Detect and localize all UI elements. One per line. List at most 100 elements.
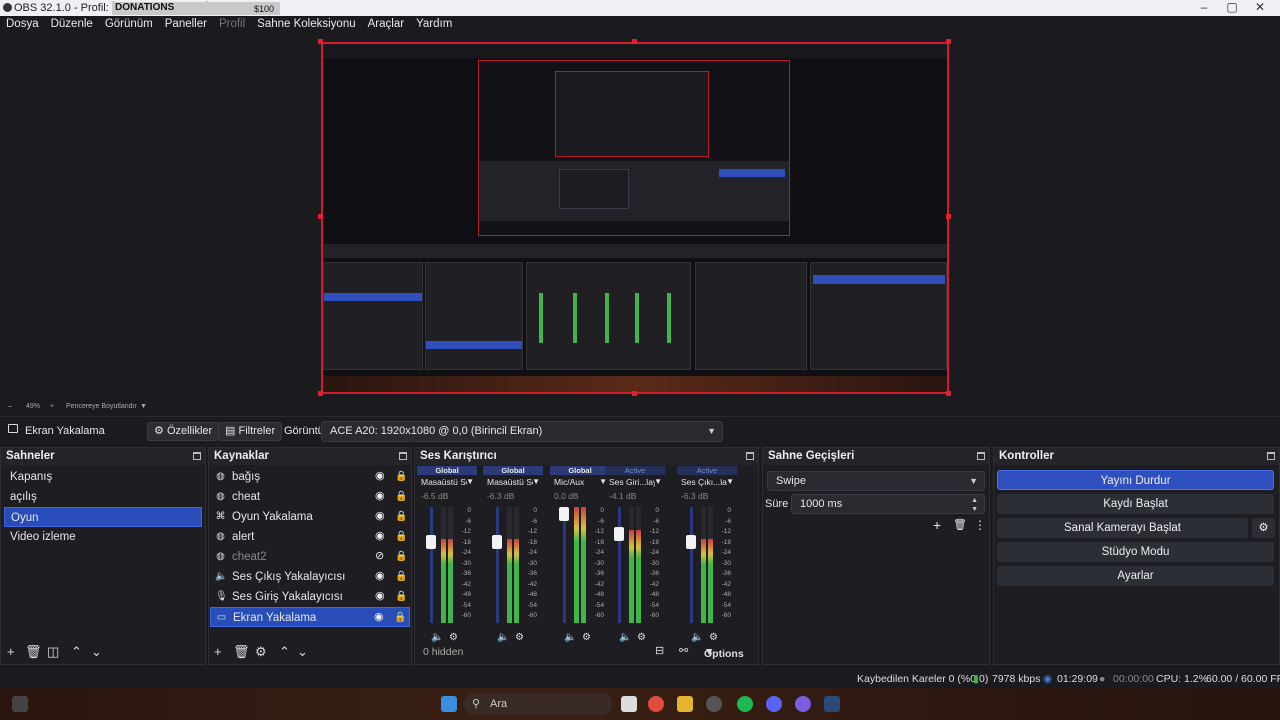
- zoom-dropdown-icon[interactable]: ▼: [140, 403, 147, 410]
- transition-select[interactable]: Swipe ▼: [767, 471, 985, 491]
- resize-handle[interactable]: [946, 391, 951, 396]
- windows-start-icon[interactable]: [441, 696, 457, 712]
- chrome-icon[interactable]: [648, 696, 664, 712]
- trash-icon[interactable]: 🗑: [25, 644, 42, 660]
- fit-window-label[interactable]: Pencereye Boyutlandır: [66, 403, 137, 410]
- volume-slider-track[interactable]: [563, 507, 566, 623]
- add-source-button[interactable]: +: [214, 644, 222, 659]
- move-down-icon[interactable]: ⌄: [297, 644, 308, 660]
- options-button[interactable]: Options ▼: [704, 646, 744, 660]
- menu-edit[interactable]: Düzenle: [45, 16, 99, 33]
- lock-icon[interactable]: 🔒: [395, 591, 407, 602]
- volume-slider-track[interactable]: [496, 507, 499, 623]
- lock-icon[interactable]: 🔒: [395, 491, 407, 502]
- source-item[interactable]: ◍ cheat ◉ 🔒: [210, 487, 410, 507]
- volume-slider-track[interactable]: [690, 507, 693, 623]
- widgets-icon[interactable]: [12, 696, 28, 712]
- source-item[interactable]: ▭ Ekran Yakalama ◉ 🔒: [210, 607, 410, 627]
- scene-item[interactable]: Video izleme: [4, 527, 202, 547]
- undock-icon[interactable]: [977, 452, 985, 460]
- filter-icon[interactable]: ◫: [47, 644, 59, 660]
- volume-slider-handle[interactable]: [559, 507, 569, 521]
- settings-button[interactable]: Ayarlar: [997, 566, 1274, 586]
- lock-icon[interactable]: 🔒: [395, 531, 407, 542]
- move-up-icon[interactable]: ⌃: [71, 644, 82, 660]
- lock-icon[interactable]: 🔒: [395, 551, 407, 562]
- properties-button[interactable]: ⚙ Özellikler: [147, 422, 220, 441]
- resize-handle[interactable]: [318, 391, 323, 396]
- studio-mode-button[interactable]: Stüdyo Modu: [997, 542, 1274, 562]
- source-item[interactable]: 🔈 Ses Çıkış Yakalayıcısı ◉ 🔒: [210, 567, 410, 587]
- trash-icon[interactable]: 🗑: [233, 644, 250, 660]
- add-scene-button[interactable]: +: [7, 644, 15, 659]
- menu-help[interactable]: Yardım: [410, 16, 458, 33]
- duration-spinbox[interactable]: 1000 ms ▲ ▼: [791, 494, 985, 514]
- taskbar-search[interactable]: ⚲ Ara: [464, 693, 612, 715]
- scene-item[interactable]: Kapanış: [4, 467, 202, 487]
- menu-view[interactable]: Görünüm: [99, 16, 159, 33]
- move-down-icon[interactable]: ⌄: [91, 644, 102, 660]
- visibility-eye-icon[interactable]: ◉: [375, 471, 388, 482]
- discord-icon[interactable]: [766, 696, 782, 712]
- resize-handle[interactable]: [632, 391, 637, 396]
- spotify-icon[interactable]: [737, 696, 753, 712]
- folder-icon[interactable]: [677, 696, 693, 712]
- scene-item[interactable]: açılış: [4, 487, 202, 507]
- visibility-eye-icon[interactable]: ◉: [374, 612, 387, 623]
- spin-arrows-icon[interactable]: ▲ ▼: [971, 496, 978, 514]
- maximize-icon[interactable]: ▢: [1218, 0, 1246, 16]
- menu-tools[interactable]: Araçlar: [362, 16, 410, 33]
- source-item[interactable]: ◍ alert ◉ 🔒: [210, 527, 410, 547]
- layout-icon[interactable]: ⊟: [655, 644, 664, 657]
- undock-icon[interactable]: [1267, 452, 1275, 460]
- visibility-eye-icon[interactable]: ◉: [375, 591, 388, 602]
- close-icon[interactable]: ✕: [1246, 0, 1274, 16]
- volume-slider-track[interactable]: [430, 507, 433, 623]
- volume-slider-handle[interactable]: [426, 535, 436, 549]
- volume-slider-track[interactable]: [618, 507, 621, 623]
- source-item[interactable]: ◍ bağış ◉ 🔒: [210, 467, 410, 487]
- visibility-eye-icon[interactable]: ◉: [375, 511, 388, 522]
- volume-slider-handle[interactable]: [614, 527, 624, 541]
- lock-icon[interactable]: 🔒: [394, 612, 406, 623]
- lock-icon[interactable]: 🔒: [395, 471, 407, 482]
- lock-icon[interactable]: 🔒: [395, 571, 407, 582]
- visibility-eye-icon[interactable]: ◉: [375, 491, 388, 502]
- undock-icon[interactable]: [746, 452, 754, 460]
- menu-scene-collection[interactable]: Sahne Koleksiyonu: [251, 16, 361, 33]
- display-select[interactable]: ACE A20: 1920x1080 @ 0,0 (Birincil Ekran…: [321, 421, 723, 442]
- chevron-down-icon[interactable]: ▼: [726, 477, 734, 486]
- move-up-icon[interactable]: ⌃: [279, 644, 290, 660]
- zoom-out-button[interactable]: –: [8, 403, 12, 410]
- menu-file[interactable]: Dosya: [0, 16, 45, 33]
- stop-stream-button[interactable]: Yayını Durdur: [997, 470, 1274, 490]
- chevron-down-icon[interactable]: ▼: [466, 477, 474, 486]
- visibility-eye-icon[interactable]: ◉: [375, 531, 388, 542]
- resize-handle[interactable]: [318, 214, 323, 219]
- chevron-down-icon[interactable]: ▼: [654, 477, 662, 486]
- scene-item-selected[interactable]: Oyun: [4, 507, 202, 527]
- trash-icon[interactable]: 🗑: [953, 518, 967, 531]
- virtual-cam-button[interactable]: Sanal Kamerayı Başlat: [997, 518, 1248, 538]
- menu-profile[interactable]: Profil: [213, 16, 251, 33]
- link-icon[interactable]: ⚯: [679, 644, 688, 657]
- resize-handle[interactable]: [946, 214, 951, 219]
- chevron-down-icon[interactable]: ▼: [532, 477, 540, 486]
- source-item[interactable]: 🎙 Ses Giriş Yakalayıcısı ◉ 🔒: [210, 587, 410, 607]
- zoom-in-button[interactable]: +: [50, 403, 54, 410]
- resize-handle[interactable]: [318, 39, 323, 44]
- filters-button[interactable]: ▤ Filtreler: [218, 422, 283, 441]
- more-icon[interactable]: ⋮: [974, 518, 986, 532]
- volume-slider-handle[interactable]: [686, 535, 696, 549]
- visibility-eye-icon[interactable]: ⊘: [375, 551, 388, 562]
- steam-icon[interactable]: [824, 696, 840, 712]
- gear-icon[interactable]: ⚙: [255, 644, 267, 660]
- minimize-icon[interactable]: –: [1190, 0, 1218, 16]
- source-item[interactable]: ⌘ Oyun Yakalama ◉ 🔒: [210, 507, 410, 527]
- obs-icon[interactable]: [706, 696, 722, 712]
- source-item[interactable]: ◍ cheat2 ⊘ 🔒: [210, 547, 410, 567]
- undock-icon[interactable]: [399, 452, 407, 460]
- add-transition-button[interactable]: +: [933, 517, 941, 533]
- undock-icon[interactable]: [193, 452, 201, 460]
- gear-icon[interactable]: ⚙: [1252, 518, 1275, 538]
